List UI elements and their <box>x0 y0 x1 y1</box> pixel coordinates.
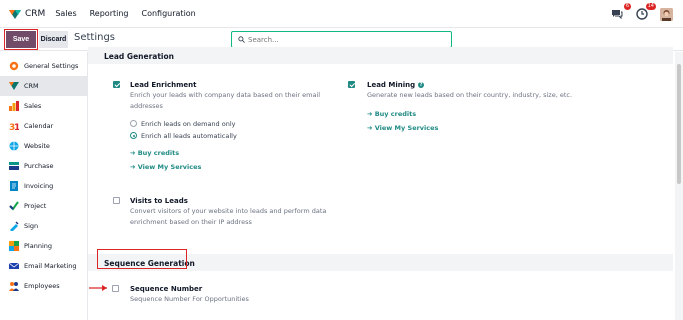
sequence-highlight-box <box>97 249 187 269</box>
chat-icon <box>612 10 623 20</box>
search-box[interactable] <box>231 31 452 48</box>
chat-button[interactable]: 6 <box>610 3 631 21</box>
lead-mining-title: Lead Mining? <box>367 81 425 89</box>
sequence-number-checkbox[interactable] <box>112 285 119 292</box>
sidebar-item-label: General Settings <box>24 62 79 70</box>
sidebar-item-label: Email Marketing <box>24 262 77 270</box>
email-marketing-icon <box>9 261 19 271</box>
chat-badge: 6 <box>623 3 631 10</box>
lead-mining-checkbox[interactable] <box>348 81 355 88</box>
enrich-on-demand-radio[interactable] <box>130 120 137 127</box>
activity-badge: 14 <box>645 3 656 10</box>
svg-text:1: 1 <box>14 123 19 131</box>
enrichment-view-services-link[interactable]: ➔ View My Services <box>130 163 201 171</box>
lead-enrichment-title: Lead Enrichment <box>130 81 197 89</box>
help-icon[interactable]: ? <box>418 82 425 88</box>
visits-to-leads-checkbox[interactable] <box>113 197 120 204</box>
sidebar-item-label: Calendar <box>24 122 54 130</box>
visits-to-leads-description: Convert visitors of your website into le… <box>130 207 327 226</box>
visits-to-leads-title: Visits to Leads <box>130 197 188 205</box>
discard-button[interactable]: Discard <box>39 31 68 48</box>
top-navbar: CRM Sales Reporting Configuration 6 14 <box>0 0 683 28</box>
invoicing-icon <box>9 181 19 191</box>
app-logo[interactable]: CRM <box>8 8 45 20</box>
sidebar-item-label: Planning <box>24 242 52 250</box>
sequence-number-title: Sequence Number <box>130 285 203 293</box>
sidebar-item-crm[interactable]: CRM <box>0 76 88 96</box>
website-icon <box>9 141 19 151</box>
search-icon <box>238 36 245 43</box>
lead-generation-header: Lead Generation <box>88 47 673 64</box>
crm-logo-icon <box>9 9 21 19</box>
sales-icon <box>9 101 19 111</box>
calendar-icon: 31 <box>9 121 19 131</box>
search-input[interactable] <box>248 35 438 44</box>
sequence-number-description: Sequence Number For Opportunities <box>130 295 249 303</box>
sidebar-item-label: Purchase <box>24 162 54 170</box>
enrich-auto-label[interactable]: Enrich all leads automatically <box>141 132 237 140</box>
activity-button[interactable]: 14 <box>635 3 656 21</box>
settings-content: Lead Generation Lead Enrichment Enrich y… <box>88 47 683 320</box>
enrich-auto-radio[interactable] <box>130 132 137 139</box>
sidebar-item-label: Website <box>24 142 50 150</box>
sidebar-item-invoicing[interactable]: Invoicing <box>0 176 88 196</box>
crm-icon <box>9 81 19 91</box>
save-button[interactable]: Save <box>6 31 36 48</box>
lead-mining-description: Generate new leads based on their countr… <box>367 91 573 99</box>
menu-reporting[interactable]: Reporting <box>90 9 129 18</box>
avatar-icon <box>660 7 673 21</box>
sidebar-item-purchase[interactable]: Purchase <box>0 156 88 176</box>
mining-buy-credits-link[interactable]: ➔ Buy credits <box>367 110 416 118</box>
sidebar-item-email-marketing[interactable]: Email Marketing <box>0 256 88 276</box>
sidebar-item-label: Invoicing <box>24 182 54 190</box>
scrollbar-thumb[interactable] <box>677 64 681 184</box>
sidebar-item-planning[interactable]: Planning <box>0 236 88 256</box>
sidebar-item-label: Project <box>24 202 47 210</box>
app-name[interactable]: CRM <box>25 9 45 19</box>
sidebar-item-label: CRM <box>24 82 39 90</box>
sidebar-item-label: Sign <box>24 222 39 230</box>
settings-icon <box>9 61 19 71</box>
clock-icon <box>636 8 648 20</box>
lead-enrichment-checkbox[interactable] <box>113 81 120 88</box>
purchase-icon <box>9 161 19 171</box>
mining-view-services-link[interactable]: ➔ View My Services <box>367 124 438 132</box>
annotation-arrow-icon <box>89 285 107 291</box>
planning-icon <box>9 241 19 251</box>
sidebar-item-calendar[interactable]: 31 Calendar <box>0 116 88 136</box>
page-title: Settings <box>74 32 116 43</box>
menu-configuration[interactable]: Configuration <box>142 9 196 18</box>
lead-enrichment-description: Enrich your leads with company data base… <box>130 91 321 110</box>
sidebar-item-website[interactable]: Website <box>0 136 88 156</box>
project-icon <box>9 201 19 211</box>
user-avatar[interactable] <box>660 7 673 21</box>
sidebar-item-label: Sales <box>24 102 42 110</box>
sidebar-item-sign[interactable]: Sign <box>0 216 88 236</box>
enrich-on-demand-label[interactable]: Enrich leads on demand only <box>141 120 236 128</box>
sign-icon <box>9 221 19 231</box>
enrichment-buy-credits-link[interactable]: ➔ Buy credits <box>130 149 179 157</box>
sidebar-item-project[interactable]: Project <box>0 196 88 216</box>
sidebar-item-general-settings[interactable]: General Settings <box>0 56 88 76</box>
section-title: Lead Generation <box>104 52 174 61</box>
settings-sidebar: General Settings CRM Sales 31 Calendar W… <box>0 52 88 320</box>
menu-sales[interactable]: Sales <box>55 9 76 18</box>
sidebar-item-sales[interactable]: Sales <box>0 96 88 116</box>
